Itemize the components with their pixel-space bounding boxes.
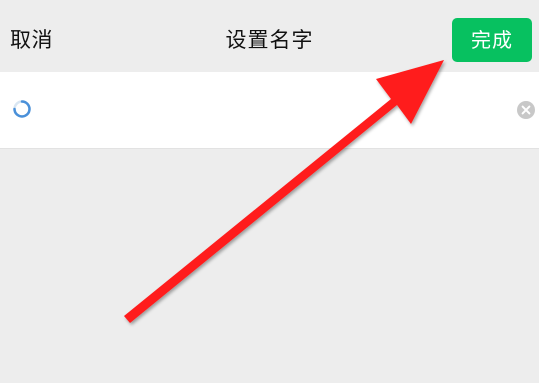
clear-icon[interactable]	[516, 100, 536, 120]
set-name-screen: 取消 设置名字 完成	[0, 0, 539, 383]
navigation-bar: 取消 设置名字 完成	[0, 0, 539, 72]
name-input[interactable]	[44, 90, 494, 130]
name-input-row	[0, 72, 539, 149]
loading-spinner-icon	[13, 100, 31, 118]
done-button[interactable]: 完成	[452, 18, 532, 62]
